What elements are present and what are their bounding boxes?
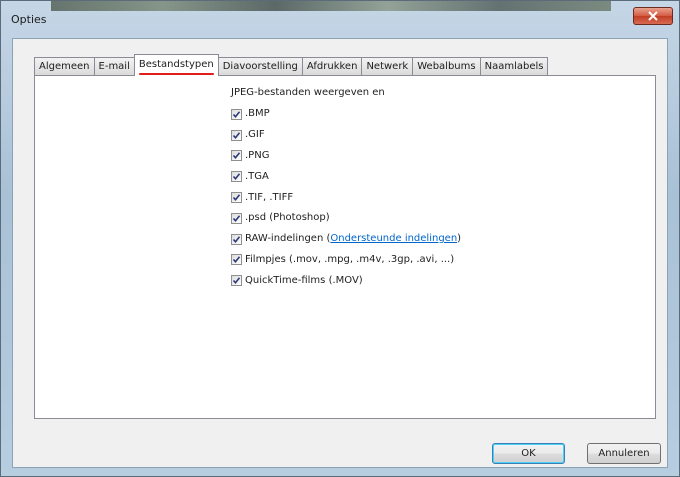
checkmark-icon	[232, 111, 241, 118]
panel-heading: JPEG-bestanden weergeven en	[231, 87, 385, 98]
option-bmp[interactable]: .BMP	[231, 104, 461, 125]
checkmark-icon	[232, 215, 241, 222]
supported-formats-link[interactable]: Ondersteunde indelingen	[330, 233, 457, 244]
option-quicktime[interactable]: QuickTime-films (.MOV)	[231, 270, 461, 291]
tab-label: Diavoorstelling	[222, 61, 298, 72]
checkbox-gif[interactable]	[231, 129, 242, 141]
checkmark-icon	[232, 194, 241, 202]
active-tab-underline	[138, 73, 214, 75]
option-label: QuickTime-films (.MOV)	[245, 274, 363, 286]
tab-label: Netwerk	[366, 61, 409, 72]
tab-label: Afdrukken	[306, 61, 358, 72]
window-title: Opties	[11, 13, 47, 26]
tab-naamlabels[interactable]: Naamlabels	[479, 57, 549, 76]
checkbox-tif[interactable]	[231, 192, 242, 204]
checkmark-icon	[232, 235, 241, 243]
ok-button[interactable]: OK	[492, 443, 565, 464]
option-png[interactable]: .PNG	[231, 146, 461, 167]
close-icon	[648, 11, 658, 21]
checkbox-raw[interactable]	[231, 233, 242, 245]
tab-label: Naamlabels	[484, 61, 544, 72]
tab-afdrukken[interactable]: Afdrukken	[301, 57, 362, 76]
checkmark-icon	[232, 277, 241, 285]
option-label: .PNG	[245, 149, 270, 161]
raw-label-suffix: )	[457, 233, 462, 245]
option-tif[interactable]: .TIF, .TIFF	[231, 187, 461, 208]
option-label: .TGA	[245, 170, 269, 182]
option-movies[interactable]: Filmpjes (.mov, .mpg, .m4v, .3gp, .avi, …	[231, 250, 461, 271]
option-label: .psd (Photoshop)	[245, 212, 330, 224]
checkmark-icon	[232, 256, 241, 264]
tab-label: E-mail	[98, 61, 130, 72]
option-label: RAW-indelingen (Ondersteunde indelingen)	[245, 232, 461, 246]
checkmark-icon	[232, 173, 241, 181]
option-tga[interactable]: .TGA	[231, 166, 461, 187]
options-dialog: Opties Algemeen E-mail Bestandstypen Dia…	[0, 0, 680, 477]
tab-label: Webalbums	[417, 61, 476, 72]
option-label: Filmpjes (.mov, .mpg, .m4v, .3gp, .avi, …	[245, 253, 455, 265]
checkbox-png[interactable]	[231, 150, 242, 162]
tab-netwerk[interactable]: Netwerk	[361, 57, 413, 76]
tab-panel-bestandstypen: JPEG-bestanden weergeven en .BMP .GIF .P…	[34, 75, 656, 419]
tab-strip: Algemeen E-mail Bestandstypen Diavoorste…	[34, 54, 549, 76]
close-button[interactable]	[633, 7, 673, 25]
checkbox-tga[interactable]	[231, 171, 242, 183]
option-label: .TIF, .TIFF	[245, 191, 294, 203]
dialog-client-area: Algemeen E-mail Bestandstypen Diavoorste…	[12, 38, 668, 468]
checkbox-psd[interactable]	[231, 212, 242, 224]
option-label: .BMP	[245, 108, 270, 120]
tab-bestandstypen[interactable]: Bestandstypen	[133, 54, 219, 76]
tab-webalbums[interactable]: Webalbums	[412, 57, 480, 76]
tab-label: Bestandstypen	[138, 59, 214, 70]
checkbox-movies[interactable]	[231, 254, 242, 266]
option-raw[interactable]: RAW-indelingen (Ondersteunde indelingen)	[231, 229, 461, 250]
option-label: .GIF	[245, 129, 265, 141]
title-bar[interactable]: Opties	[1, 1, 679, 31]
tab-algemeen[interactable]: Algemeen	[34, 57, 94, 76]
checkbox-quicktime[interactable]	[231, 275, 242, 287]
tab-diavoorstelling[interactable]: Diavoorstelling	[218, 57, 302, 76]
file-types-list: JPEG-bestanden weergeven en .BMP .GIF .P…	[231, 86, 461, 291]
checkmark-icon	[232, 152, 241, 160]
checkmark-icon	[232, 131, 241, 139]
option-psd[interactable]: .psd (Photoshop)	[231, 208, 461, 229]
raw-label-text: RAW-indelingen (	[245, 233, 331, 245]
tab-email[interactable]: E-mail	[93, 57, 134, 76]
checkbox-bmp[interactable]	[231, 108, 242, 120]
cancel-button[interactable]: Annuleren	[587, 443, 661, 464]
tab-label: Algemeen	[39, 61, 90, 72]
option-gif[interactable]: .GIF	[231, 125, 461, 146]
